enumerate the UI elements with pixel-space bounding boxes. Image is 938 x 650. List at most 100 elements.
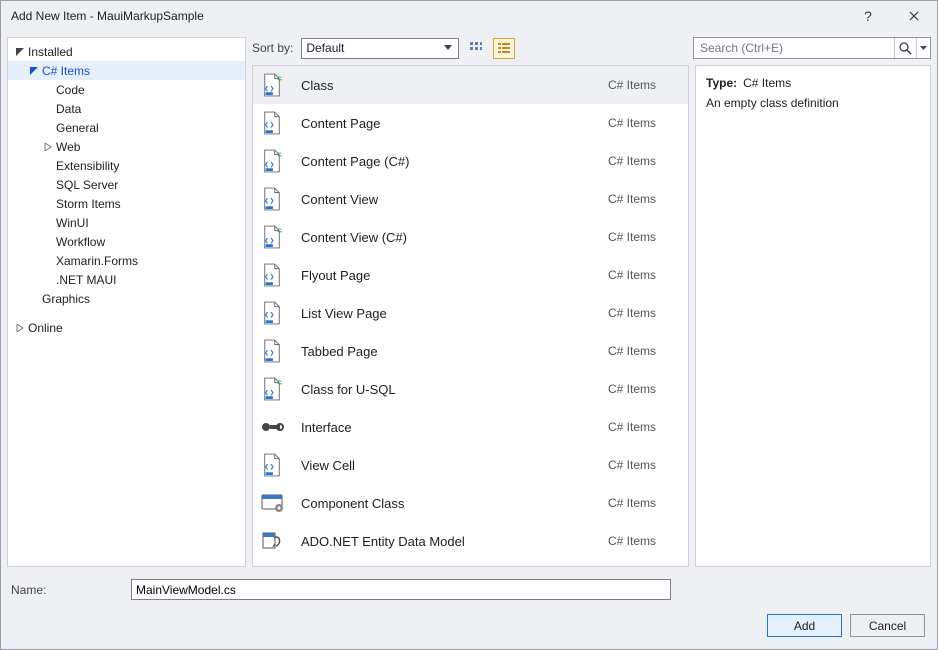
component-file-icon — [259, 490, 285, 516]
close-button[interactable] — [891, 1, 937, 31]
content: Installed C# Items Code Data General Web Ext… — [1, 31, 937, 573]
tree-item-label: SQL Server — [56, 178, 118, 192]
template-category: C# Items — [608, 192, 678, 206]
template-name: List View Page — [301, 306, 592, 321]
tree-node-child[interactable]: Data — [8, 99, 245, 118]
add-new-item-dialog: Add New Item - MauiMarkupSample ? Instal… — [0, 0, 938, 650]
tree-item-label: Extensibility — [56, 159, 119, 173]
tree-node-child[interactable]: General — [8, 118, 245, 137]
installed-tree[interactable]: Installed C# Items Code Data General Web Ext… — [7, 37, 246, 567]
view-small-icons-button[interactable] — [465, 38, 487, 59]
cs-file-icon: C# — [259, 148, 285, 174]
svg-text:C#: C# — [277, 76, 282, 82]
tree-item-label: Web — [56, 140, 80, 154]
svg-text:C#: C# — [277, 380, 282, 386]
chevron-down-icon — [14, 48, 26, 56]
view-details-button[interactable] — [493, 38, 515, 59]
chevron-down-icon — [28, 67, 40, 75]
template-category: C# Items — [608, 344, 678, 358]
template-row[interactable]: Interface C# Items — [253, 408, 688, 446]
template-name: Tabbed Page — [301, 344, 592, 359]
template-row[interactable]: ADO.NET Entity Data ModelC# Items — [253, 522, 688, 560]
type-label: Type: — [706, 76, 737, 90]
xaml-file-icon — [259, 186, 285, 212]
search-options-dropdown[interactable] — [916, 38, 930, 58]
interface-file-icon — [259, 414, 285, 440]
xaml-file-icon — [259, 110, 285, 136]
template-row[interactable]: C#Content View (C#)C# Items — [253, 218, 688, 256]
search-input[interactable] — [694, 41, 894, 55]
xaml-file-icon — [259, 452, 285, 478]
template-category: C# Items — [608, 420, 678, 434]
name-input[interactable] — [131, 579, 671, 600]
tree-node-graphics[interactable]: Graphics — [8, 289, 245, 308]
tree-node-installed[interactable]: Installed — [8, 42, 245, 61]
template-row[interactable]: View Cell C# Items — [253, 446, 688, 484]
tree-item-label: Workflow — [56, 235, 105, 249]
details-panel: Type: C# Items An empty class definition — [695, 65, 931, 567]
config-file-icon — [259, 566, 285, 567]
template-name: Flyout Page — [301, 268, 592, 283]
sort-dropdown[interactable]: Default — [301, 38, 459, 59]
template-name: Interface — [301, 420, 592, 435]
chevron-right-icon — [14, 324, 26, 332]
template-name: View Cell — [301, 458, 592, 473]
tree-node-child[interactable]: Code — [8, 80, 245, 99]
window-title: Add New Item - MauiMarkupSample — [11, 9, 845, 23]
tree-item-label: Code — [56, 83, 85, 97]
type-value: C# Items — [743, 76, 791, 90]
cancel-button[interactable]: Cancel — [850, 614, 925, 637]
tree-node-online[interactable]: Online — [8, 318, 245, 337]
tree-node-child[interactable]: .NET MAUI — [8, 270, 245, 289]
template-row[interactable]: List View PageC# Items — [253, 294, 688, 332]
search-button[interactable] — [894, 38, 916, 58]
tree-node-child[interactable]: WinUI — [8, 213, 245, 232]
sort-value: Default — [306, 41, 344, 55]
tree-node-child[interactable]: SQL Server — [8, 175, 245, 194]
template-row[interactable]: C# Class for U-SQL C# Items — [253, 370, 688, 408]
add-button[interactable]: Add — [767, 614, 842, 637]
template-row[interactable]: Flyout PageC# Items — [253, 256, 688, 294]
template-category: C# Items — [608, 534, 678, 548]
template-row[interactable]: C#Content Page (C#)C# Items — [253, 142, 688, 180]
sort-label: Sort by: — [252, 41, 293, 55]
titlebar: Add New Item - MauiMarkupSample ? — [1, 1, 937, 31]
cs-file-icon: C# — [259, 224, 285, 250]
template-row[interactable]: Application Configuration FileC# Items — [253, 560, 688, 567]
template-row[interactable]: Content ViewC# Items — [253, 180, 688, 218]
template-category: C# Items — [608, 230, 678, 244]
tree-item-label: General — [56, 121, 99, 135]
tree-item-label: WinUI — [56, 216, 89, 230]
xaml-file-icon — [259, 262, 285, 288]
template-name: Content Page — [301, 116, 592, 131]
list-icon — [497, 41, 511, 55]
help-button[interactable]: ? — [845, 1, 891, 31]
template-list[interactable]: C#ClassC# ItemsContent PageC# ItemsC#Con… — [252, 65, 689, 567]
close-icon — [909, 11, 919, 21]
template-category: C# Items — [608, 382, 678, 396]
template-name: Class — [301, 78, 592, 93]
template-row[interactable]: C#ClassC# Items — [253, 66, 688, 104]
name-label: Name: — [11, 583, 121, 597]
tree-node-csharp-items[interactable]: C# Items — [8, 61, 245, 80]
xaml-file-icon — [259, 300, 285, 326]
template-category: C# Items — [608, 116, 678, 130]
search-box — [693, 37, 931, 59]
tree-node-child[interactable]: Web — [8, 137, 245, 156]
chevron-down-icon — [920, 46, 927, 51]
template-row[interactable]: Component ClassC# Items — [253, 484, 688, 522]
chevron-down-icon — [442, 45, 454, 51]
svg-text:C#: C# — [277, 152, 282, 158]
tree-node-child[interactable]: Workflow — [8, 232, 245, 251]
search-icon — [899, 42, 912, 55]
tree-node-child[interactable]: Extensibility — [8, 156, 245, 175]
template-row[interactable]: Content Page C# Items — [253, 104, 688, 142]
template-category: C# Items — [608, 154, 678, 168]
template-row[interactable]: Tabbed Page C# Items — [253, 332, 688, 370]
template-category: C# Items — [608, 458, 678, 472]
grid-icon — [469, 41, 483, 55]
template-name: Class for U-SQL — [301, 382, 592, 397]
tree-item-label: Data — [56, 102, 81, 116]
tree-node-child[interactable]: Storm Items — [8, 194, 245, 213]
tree-node-child[interactable]: Xamarin.Forms — [8, 251, 245, 270]
